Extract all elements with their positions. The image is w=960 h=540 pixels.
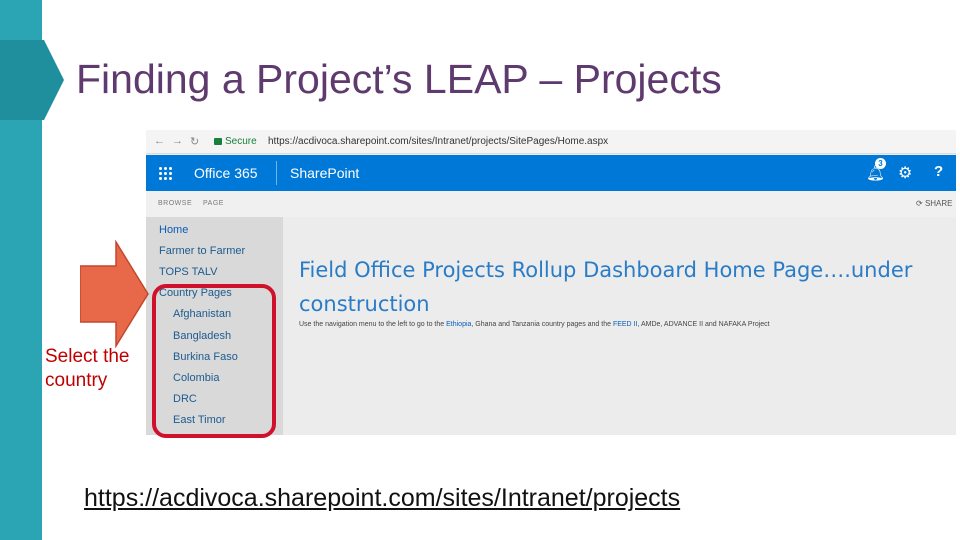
secure-label: Secure <box>225 136 257 147</box>
forward-button[interactable]: → <box>172 135 183 147</box>
gear-icon[interactable]: ⚙ <box>898 163 912 183</box>
lock-icon <box>214 138 222 145</box>
sharepoint-link[interactable]: SharePoint <box>290 165 359 181</box>
page-tab[interactable]: PAGE <box>203 200 224 207</box>
slide-chevron-accent <box>0 40 64 120</box>
desc-text-3: , AMDe, ADVANCE II and NAFAKA Project <box>637 321 770 328</box>
ethiopia-link[interactable]: Ethiopia <box>446 321 471 328</box>
country-highlight-box <box>152 284 276 438</box>
office365-suite-bar: Office 365 SharePoint 🔔︎ 3 ⚙ ? <box>146 155 956 191</box>
nav-item-tops-talv[interactable]: TOPS TALV <box>159 266 218 278</box>
page-heading: Field Office Projects Rollup Dashboard H… <box>299 258 913 316</box>
help-button[interactable]: ? <box>934 163 943 180</box>
url-field[interactable]: https://acdivoca.sharepoint.com/sites/In… <box>268 136 608 147</box>
suite-divider <box>276 161 277 185</box>
browser-address-bar: ← → ↻ Secure https://acdivoca.sharepoint… <box>146 130 956 154</box>
callout-text: Select the country <box>45 346 130 391</box>
page-content: Field Office Projects Rollup Dashboard H… <box>283 217 956 435</box>
desc-text-1: Use the navigation menu to the left to g… <box>299 321 447 328</box>
page-description: Use the navigation menu to the left to g… <box>299 321 770 328</box>
waffle-icon[interactable] <box>158 166 172 180</box>
nav-item-farmer-to-farmer[interactable]: Farmer to Farmer <box>159 245 245 257</box>
command-bar: BROWSE PAGE ⟳ SHARE <box>146 191 956 217</box>
callout-arrow <box>80 240 149 348</box>
reload-button[interactable]: ↻ <box>190 135 199 148</box>
share-label: SHARE <box>924 199 953 208</box>
nav-item-home[interactable]: Home <box>159 224 188 236</box>
feed-ii-link[interactable]: FEED II <box>613 321 638 328</box>
share-button[interactable]: ⟳ SHARE <box>916 199 953 208</box>
slide-title: Finding a Project’s LEAP – Projects <box>76 56 722 102</box>
notification-badge: 3 <box>875 158 886 169</box>
desc-text-2: , Ghana and Tanzania country pages and t… <box>471 321 613 328</box>
back-button[interactable]: ← <box>154 135 165 147</box>
browse-tab[interactable]: BROWSE <box>158 200 192 207</box>
office365-link[interactable]: Office 365 <box>194 165 258 181</box>
secure-indicator: Secure <box>214 136 257 147</box>
projects-site-link[interactable]: https://acdivoca.sharepoint.com/sites/In… <box>84 484 680 513</box>
